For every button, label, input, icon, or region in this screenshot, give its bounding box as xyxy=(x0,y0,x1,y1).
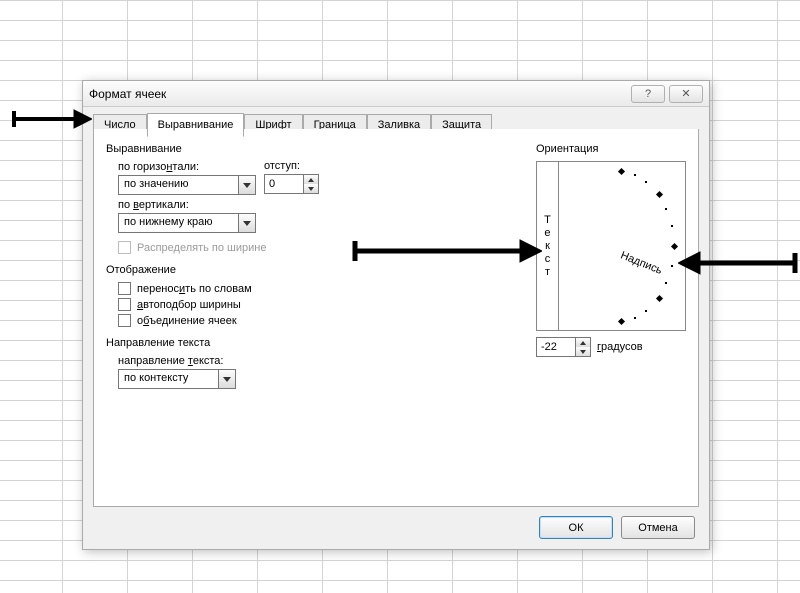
annotation-arrow-tabs xyxy=(12,106,92,132)
distribute-checkbox xyxy=(118,241,131,254)
degrees-input[interactable] xyxy=(537,338,575,356)
vertical-text-label: Т е к с т xyxy=(544,214,551,279)
indent-input[interactable] xyxy=(265,175,303,193)
indent-up[interactable] xyxy=(304,175,318,184)
merge-label: объединение ячеек xyxy=(137,315,237,327)
chevron-up-icon xyxy=(580,341,586,345)
horizontal-align-value: по значению xyxy=(119,176,238,194)
format-cells-dialog: Формат ячеек ? ✕ Число Выравнивание Шриф… xyxy=(82,80,710,550)
degrees-down[interactable] xyxy=(576,347,590,356)
indent-down[interactable] xyxy=(304,184,318,193)
chevron-down-icon xyxy=(238,176,255,194)
merge-checkbox[interactable] xyxy=(118,314,131,327)
help-icon: ? xyxy=(645,88,651,100)
tab-alignment[interactable]: Выравнивание xyxy=(147,113,245,137)
ok-button[interactable]: ОК xyxy=(539,516,613,539)
chevron-down-icon xyxy=(580,350,586,354)
chevron-down-icon xyxy=(308,187,314,191)
vertical-align-value: по нижнему краю xyxy=(119,214,238,232)
horizontal-align-dropdown[interactable]: по значению xyxy=(118,175,256,195)
wrap-label: переносить по словам xyxy=(137,283,252,295)
indent-stepper[interactable] xyxy=(264,174,319,194)
distribute-label: Распределять по ширине xyxy=(137,242,266,254)
degrees-stepper[interactable] xyxy=(536,337,591,357)
annotation-arrow-orientation-right xyxy=(678,248,798,278)
wrap-checkbox[interactable] xyxy=(118,282,131,295)
orientation-control[interactable]: Т е к с т xyxy=(536,161,686,331)
orientation-sample-text: Надпись xyxy=(619,249,664,277)
vertical-align-dropdown[interactable]: по нижнему краю xyxy=(118,213,256,233)
chevron-down-icon xyxy=(218,370,235,388)
autofit-checkbox[interactable] xyxy=(118,298,131,311)
orientation-dial[interactable]: Надпись xyxy=(559,162,685,330)
group-direction-title: Направление текста xyxy=(106,337,518,349)
close-button[interactable]: ✕ xyxy=(669,85,703,103)
help-button[interactable]: ? xyxy=(631,85,665,103)
text-direction-value: по контексту xyxy=(119,370,218,388)
close-icon: ✕ xyxy=(681,87,690,100)
direction-label: направление текста: xyxy=(118,355,518,367)
group-orientation-title: Ориентация xyxy=(536,143,686,155)
vertical-label: по вертикали: xyxy=(118,199,518,211)
chevron-up-icon xyxy=(308,178,314,182)
annotation-arrow-orientation-left xyxy=(352,236,542,266)
degrees-up[interactable] xyxy=(576,338,590,347)
text-direction-dropdown[interactable]: по контексту xyxy=(118,369,236,389)
degrees-label: градусов xyxy=(597,341,643,353)
autofit-label: автоподбор ширины xyxy=(137,299,241,311)
chevron-down-icon xyxy=(238,214,255,232)
alignment-column: Выравнивание по горизонтали: по значению… xyxy=(106,139,518,496)
indent-label: отступ: xyxy=(264,160,319,172)
titlebar: Формат ячеек ? ✕ xyxy=(83,81,709,107)
dialog-title: Формат ячеек xyxy=(89,87,627,101)
group-alignment-title: Выравнивание xyxy=(106,143,518,155)
cancel-button[interactable]: Отмена xyxy=(621,516,695,539)
dialog-buttons: ОК Отмена xyxy=(539,516,695,539)
tab-panel: Выравнивание по горизонтали: по значению… xyxy=(93,129,699,507)
orientation-column: Ориентация Т е к с т xyxy=(536,139,686,496)
